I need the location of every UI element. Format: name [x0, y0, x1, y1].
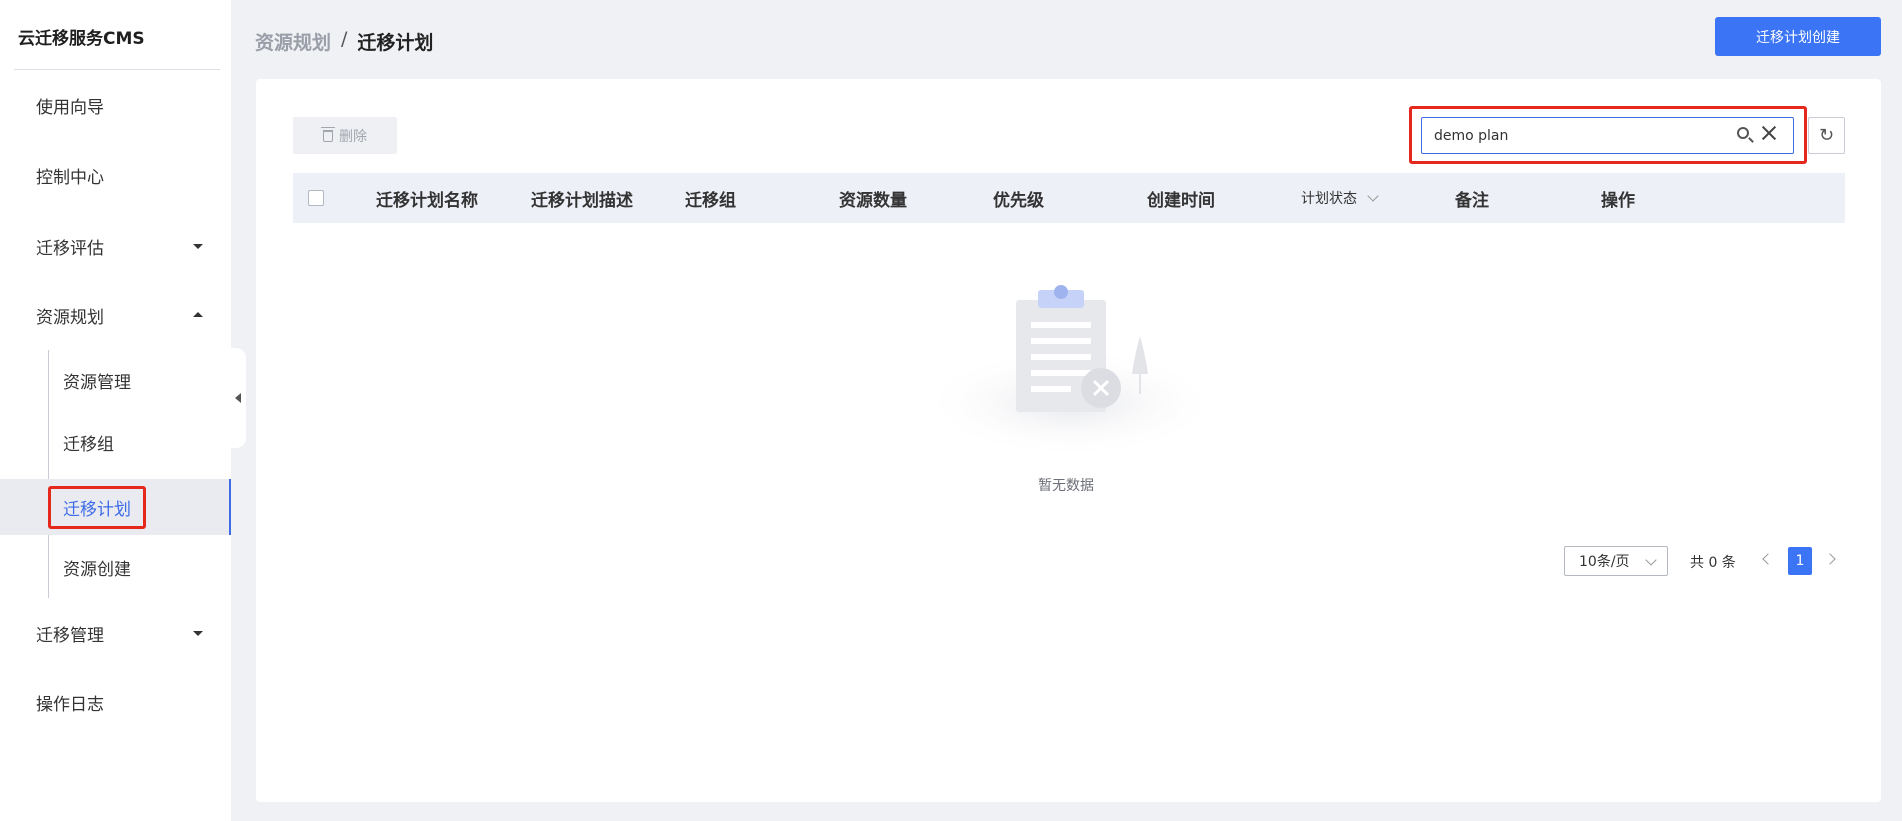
collapse-left-icon [235, 393, 241, 403]
empty-data-illustration [926, 285, 1216, 458]
create-plan-button[interactable]: 迁移计划创建 [1715, 17, 1881, 56]
column-header-plan-status[interactable]: 计划状态 [1301, 188, 1379, 208]
sidebar-subitem-resource-management[interactable]: 资源管理 [0, 355, 231, 405]
delete-button[interactable]: 删除 [293, 117, 397, 154]
chevron-down-icon [1645, 554, 1657, 566]
page-size-value: 10条/页 [1579, 554, 1630, 570]
sidebar-item-label: 迁移管理 [36, 625, 104, 646]
sidebar-item-operation-log[interactable]: 操作日志 [0, 677, 231, 727]
breadcrumb: 资源规划 / 迁移计划 [255, 28, 433, 55]
sidebar-collapse-button[interactable] [231, 348, 246, 448]
total-count: 共 0 条 [1690, 555, 1736, 571]
plan-status-label: 计划状态 [1301, 191, 1357, 207]
sidebar-item-resource-planning[interactable]: 资源规划 [0, 290, 231, 340]
sidebar: 云迁移服务CMS 使用向导 控制中心 迁移评估 资源规划 资源管理 迁移组 迁移… [0, 0, 231, 821]
sidebar-item-migration-assessment[interactable]: 迁移评估 [0, 221, 231, 271]
sidebar-item-label: 操作日志 [36, 694, 104, 715]
sidebar-subitem-label: 资源创建 [63, 559, 131, 580]
delete-label: 删除 [339, 128, 367, 145]
column-header-created-time: 创建时间 [1147, 190, 1215, 211]
sidebar-item-label: 使用向导 [36, 97, 104, 118]
sidebar-item-guide[interactable]: 使用向导 [0, 80, 231, 130]
column-header-plan-description: 迁移计划描述 [531, 190, 633, 211]
sidebar-subitem-label: 迁移组 [63, 434, 114, 455]
column-header-plan-name: 迁移计划名称 [376, 190, 478, 211]
column-header-resource-count: 资源数量 [839, 190, 907, 211]
sidebar-subitem-resource-creation[interactable]: 资源创建 [0, 542, 231, 592]
sidebar-subitem-label: 迁移计划 [48, 485, 146, 529]
table-header: 迁移计划名称 迁移计划描述 迁移组 资源数量 优先级 创建时间 计划状态 备注 … [293, 173, 1845, 223]
page-size-select[interactable]: 10条/页 [1564, 546, 1668, 576]
select-all-checkbox[interactable] [308, 190, 324, 206]
column-header-priority: 优先级 [993, 190, 1044, 211]
column-header-remarks: 备注 [1455, 190, 1489, 211]
breadcrumb-parent[interactable]: 资源规划 [255, 28, 331, 55]
sidebar-item-control-center[interactable]: 控制中心 [0, 150, 231, 200]
caret-up-icon [193, 312, 203, 317]
app-brand: 云迁移服务CMS [18, 29, 145, 49]
sidebar-item-label: 迁移评估 [36, 238, 104, 259]
breadcrumb-current: 迁移计划 [357, 32, 434, 54]
sidebar-subitem-migration-plan[interactable]: 迁移计划 [0, 479, 231, 535]
chevron-down-icon [1367, 190, 1379, 202]
sidebar-item-label: 控制中心 [36, 167, 104, 188]
trash-icon [321, 126, 335, 142]
refresh-button[interactable]: ↻ [1808, 117, 1845, 154]
page-number-current[interactable]: 1 [1788, 547, 1812, 575]
sidebar-item-migration-management[interactable]: 迁移管理 [0, 608, 231, 658]
divider [14, 69, 220, 70]
close-icon[interactable] [1760, 124, 1778, 142]
empty-state-text: 暂无数据 [1038, 478, 1094, 494]
refresh-icon: ↻ [1818, 124, 1835, 146]
sidebar-item-label: 资源规划 [36, 307, 104, 328]
search-icon[interactable] [1737, 127, 1749, 139]
sidebar-subitem-label: 资源管理 [63, 372, 131, 393]
search-input[interactable] [1434, 127, 1734, 144]
breadcrumb-separator: / [341, 28, 348, 50]
caret-down-icon [193, 244, 203, 249]
caret-down-icon [193, 631, 203, 636]
column-header-actions: 操作 [1601, 190, 1635, 211]
column-header-migration-group: 迁移组 [685, 190, 736, 211]
sidebar-subitem-migration-group[interactable]: 迁移组 [0, 417, 231, 467]
